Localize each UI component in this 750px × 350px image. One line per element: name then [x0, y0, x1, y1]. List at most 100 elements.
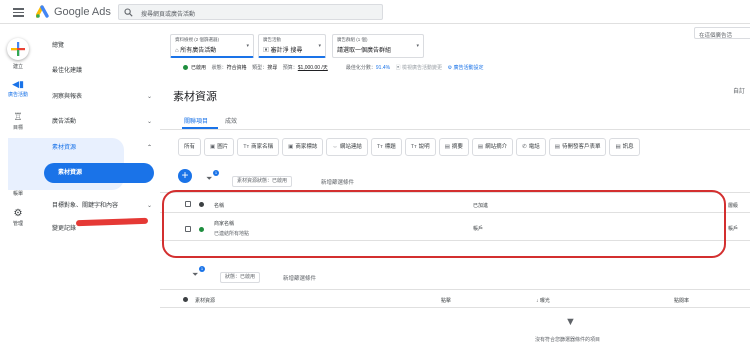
view-changes-link[interactable]: 檢視廣告活動變更 — [402, 65, 442, 71]
breadcrumb-campaign[interactable]: 廣告活動 ▣ 審計淨 搜尋 ▾ — [258, 34, 326, 58]
asset-type-icon: ▣ — [210, 144, 216, 150]
chip-asset-type[interactable]: ▣ 商家標誌 — [282, 138, 324, 156]
nav-item-campaigns[interactable]: 廣告活動 ⌄ — [36, 115, 158, 129]
megaphone-icon: ◀▮ — [12, 79, 24, 89]
tab-associations[interactable]: 關聯項目 — [184, 116, 208, 125]
chevron-down-icon: ⌄ — [146, 119, 152, 125]
chip-asset-type[interactable]: ⇔ 網站連結 — [326, 138, 368, 156]
nav-campaigns-label: 廣告活動 — [52, 119, 77, 125]
history-icon: ▣ — [395, 65, 401, 71]
breadcrumb-view-value-text: 所有廣告活動 — [180, 48, 217, 54]
empty-state-text: 沒有符合您篩選器條件的項目 — [535, 337, 601, 343]
chevron-down-icon: ⌄ — [146, 203, 152, 209]
chip-asset-type[interactable]: ▤ 摘要 — [438, 138, 469, 156]
rail-campaigns-label: 廣告活動 — [7, 92, 28, 98]
chip-asset-type[interactable]: 所有 — [178, 138, 202, 156]
breadcrumb-view-key: 資料檢視 (2 個篩選器) — [175, 37, 219, 42]
status-enabled: 已啟用 — [191, 65, 207, 71]
add-asset-button[interactable]: + — [178, 169, 192, 183]
status-label: 狀態： — [211, 65, 227, 71]
column-header-clicks[interactable]: 點擊 — [441, 297, 451, 304]
main-content: 資料檢視 (2 個篩選器) ⌂ 所有廣告活動 ▾ 廣告活動 ▣ 審計淨 搜尋 ▾… — [160, 24, 750, 350]
chip-label: 待開發客戶表單 — [561, 144, 601, 150]
chip-label: 摘要 — [451, 144, 463, 150]
trophy-icon: ♖ — [13, 112, 23, 123]
filter-chip-asset-status[interactable]: 素材資源狀態：已啟用 — [232, 176, 293, 187]
nav-item-recommendations[interactable]: 最佳化建議 — [36, 64, 158, 78]
nav-overview-label: 總覽 — [52, 43, 65, 49]
nav-insights-label: 洞察與報表 — [52, 94, 83, 100]
chip-asset-type[interactable]: Tт 標題 — [370, 138, 402, 156]
chip-asset-type[interactable]: Tт 商家名稱 — [237, 138, 280, 156]
chip-label: 商家名稱 — [251, 144, 274, 150]
create-button[interactable] — [7, 38, 29, 60]
budget-value[interactable]: $1,000.00 /天 — [298, 65, 328, 71]
chip-asset-type[interactable]: Tт 說明 — [404, 138, 436, 156]
column-header-impressions[interactable]: ↓ 曝光 — [536, 297, 550, 304]
tab-performance[interactable]: 成效 — [225, 116, 237, 125]
status-column-icon — [183, 297, 188, 302]
nav-item-audiences[interactable]: 目標對象、關鍵字和內容 ⌄ — [36, 199, 158, 213]
chip-label: 網站摘介 — [485, 144, 508, 150]
column-header-level[interactable]: 層級 — [728, 202, 738, 209]
table2-top-divider — [160, 289, 750, 290]
asset-type-icon: ▤ — [615, 144, 621, 150]
filter-count-badge: 1 — [213, 170, 219, 176]
gear-icon: ⚙ — [447, 65, 453, 71]
level-value: 帳戶 — [728, 226, 739, 232]
chip-asset-type[interactable]: ▤ 網站摘介 — [471, 138, 514, 156]
budget-label: 預算： — [282, 65, 298, 71]
chip-asset-type[interactable]: ▣ 圖片 — [204, 138, 235, 156]
brand-name: Google Ads — [54, 6, 111, 18]
search-icon — [124, 8, 133, 17]
menu-icon[interactable] — [13, 8, 24, 17]
tabs-divider — [160, 129, 750, 130]
breadcrumb-adgroup[interactable]: 廣告群組 (1 個) 請選取一個廣告群組 ▾ — [332, 34, 424, 58]
rail-item-goals[interactable]: ♖ 目標 — [0, 112, 36, 131]
chip-label: 商家標誌 — [295, 144, 318, 150]
opt-score-value[interactable]: 91.4% — [376, 65, 390, 71]
nav-item-insights[interactable]: 洞察與報表 ⌄ — [36, 90, 158, 104]
rail-billing-label: 帳單 — [12, 191, 23, 197]
chip-label: 說明 — [418, 144, 430, 150]
chip-label: 圖片 — [217, 144, 229, 150]
top-bar: Google Ads 搜尋網頁或廣告活動 — [0, 0, 750, 24]
asset-type-icon: ▤ — [554, 144, 560, 150]
add-filter-button[interactable]: 新增篩選條件 — [283, 274, 316, 282]
nav-item-overview[interactable]: 總覽 — [36, 39, 158, 53]
dropdown-icon: ▾ — [416, 43, 419, 49]
asset-type-icon: ▣ — [288, 144, 294, 150]
filter-chip-status[interactable]: 狀態：已啟用 — [220, 272, 261, 283]
chip-asset-type[interactable]: ✆ 電話 — [516, 138, 546, 156]
chip-asset-type[interactable]: ▤ 訊息 — [609, 138, 640, 156]
campaign-settings-link[interactable]: 廣告活動設定 — [454, 65, 484, 71]
asset-type-icon: Tт — [376, 144, 383, 150]
campaign-status-row: 已啟用 狀態：符合資格 類型：搜尋 預算：$1,000.00 /天 最佳化分數：… — [183, 64, 484, 71]
chip-label: 電話 — [528, 144, 540, 150]
nav-item-assets[interactable]: 素材資源 ⌃ — [36, 141, 158, 155]
filter-icon[interactable]: ⏷ — [206, 174, 212, 184]
breadcrumb-adgroup-key: 廣告群組 (1 個) — [337, 37, 368, 42]
rail-item-campaigns[interactable]: ◀▮ 廣告活動 — [0, 79, 36, 98]
view-selector[interactable]: 自訂 — [733, 86, 745, 95]
chip-asset-type[interactable]: ▤ 待開發客戶表單 — [548, 138, 607, 156]
nav-change-history-label: 變更記錄 — [52, 226, 77, 232]
gear-icon: ⚙ — [13, 208, 23, 219]
table2-header-divider — [160, 307, 750, 308]
nav-subitem-assets[interactable]: 素材資源 — [44, 163, 154, 183]
nav-recommendations-label: 最佳化建議 — [52, 68, 83, 74]
breadcrumb-view[interactable]: 資料檢視 (2 個篩選器) ⌂ 所有廣告活動 ▾ — [170, 34, 254, 58]
column-header-asset[interactable]: 素材資源 — [195, 297, 215, 304]
search-input[interactable]: 搜尋網頁或廣告活動 — [118, 4, 383, 20]
asset-type-icon: ▤ — [477, 144, 484, 150]
breadcrumb-campaign-value: ▣ 審計淨 搜尋 — [263, 45, 321, 54]
rail-item-admin[interactable]: ⚙ 管理 — [0, 208, 36, 227]
chip-label: 訊息 — [622, 144, 634, 150]
filter-icon[interactable]: ⏷ — [192, 270, 198, 280]
rail-admin-label: 管理 — [12, 221, 23, 227]
chip-label: 標題 — [384, 144, 396, 150]
asset-type-icon: ⇔ — [332, 144, 338, 150]
column-header-ctr[interactable]: 點閱率 — [674, 297, 689, 304]
add-filter-button[interactable]: 新增篩選條件 — [321, 178, 354, 186]
plus-icon — [11, 42, 25, 56]
